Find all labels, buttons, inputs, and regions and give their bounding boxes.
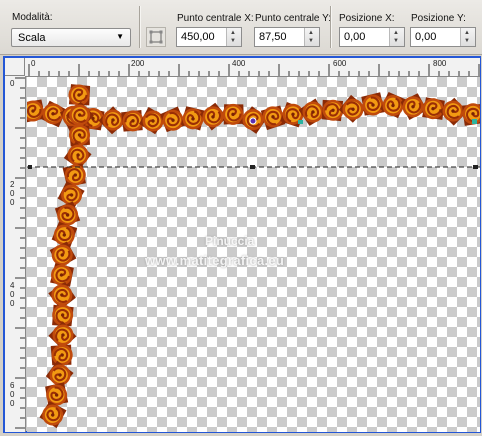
center-y-value: 87,50 — [259, 31, 287, 43]
watermark-line-1: Pinuccia — [205, 234, 255, 248]
ruler-tick-label: 0 — [10, 290, 15, 299]
ruler-tick-label: 6 — [10, 381, 15, 390]
ruler-tick-label: 200 — [131, 59, 145, 68]
pick-tool-icon[interactable] — [146, 27, 166, 47]
pos-x-field[interactable]: 0,00 ▲ ▼ — [339, 27, 405, 47]
pos-y-value: 0,00 — [415, 31, 437, 43]
mode-value: Scala — [18, 32, 46, 44]
center-x-field[interactable]: 450,00 ▲ ▼ — [176, 27, 242, 47]
pos-x-value: 0,00 — [344, 31, 366, 43]
selection-handle[interactable] — [473, 165, 478, 169]
ruler-tick-label: 400 — [232, 59, 246, 68]
ruler-corner — [5, 58, 25, 76]
ruler-tick-label: 0 — [10, 198, 15, 207]
center-x-spinner[interactable]: ▲ ▼ — [226, 28, 241, 46]
ruler-tick-label: 600 — [333, 59, 347, 68]
spin-up-icon[interactable]: ▲ — [230, 30, 236, 36]
image-canvas[interactable]: Pinuccia www.matitegrafica.eu — [27, 77, 480, 432]
horizontal-ruler: 0 200 400 600 800 — [25, 58, 480, 77]
ruler-tick-label: 0 — [10, 79, 15, 88]
selection-handle[interactable] — [28, 165, 32, 169]
center-x-label: Punto centrale X: — [177, 13, 254, 24]
ruler-tick-label: 0 — [10, 390, 15, 399]
ruler-tick-label: 800 — [433, 59, 447, 68]
spin-down-icon[interactable]: ▼ — [308, 38, 314, 44]
ruler-tick-label: 0 — [10, 299, 15, 308]
pos-y-label: Posizione Y: — [411, 13, 466, 24]
pos-x-label: Posizione X: — [339, 13, 395, 24]
spin-up-icon[interactable]: ▲ — [464, 30, 470, 36]
image-window: 0 200 400 600 800 0 2 0 0 4 0 0 6 0 0 Pi… — [3, 56, 481, 433]
pivot-point[interactable] — [249, 117, 257, 125]
separator — [330, 6, 331, 48]
selection-handle[interactable] — [472, 119, 477, 124]
ruler-tick-label: 0 — [10, 399, 15, 408]
chevron-down-icon: ▼ — [116, 32, 124, 41]
pos-y-spinner[interactable]: ▲ ▼ — [460, 28, 475, 46]
watermark-line-2: www.matitegrafica.eu — [145, 253, 285, 268]
spin-down-icon[interactable]: ▼ — [230, 38, 236, 44]
spin-up-icon[interactable]: ▲ — [308, 30, 314, 36]
selection-handle[interactable] — [250, 165, 255, 169]
selection-handle[interactable] — [298, 120, 303, 124]
spin-down-icon[interactable]: ▼ — [393, 38, 399, 44]
pos-y-field[interactable]: 0,00 ▲ ▼ — [410, 27, 476, 47]
center-x-value: 450,00 — [181, 31, 215, 43]
separator — [139, 6, 140, 48]
center-y-field[interactable]: 87,50 ▲ ▼ — [254, 27, 320, 47]
ruler-tick-label: 2 — [10, 180, 15, 189]
mode-dropdown[interactable]: Scala ▼ — [11, 28, 131, 47]
ruler-tick-label: 0 — [10, 189, 15, 198]
ruler-tick-label: 0 — [31, 59, 36, 68]
vertical-ruler: 0 2 0 0 4 0 0 6 0 0 — [5, 76, 26, 432]
spin-down-icon[interactable]: ▼ — [464, 38, 470, 44]
pos-x-spinner[interactable]: ▲ ▼ — [389, 28, 404, 46]
center-y-label: Punto centrale Y: — [255, 13, 331, 24]
tool-options-bar: Modalità: Scala ▼ Punto centrale X: 450,… — [0, 0, 482, 55]
center-y-spinner[interactable]: ▲ ▼ — [304, 28, 319, 46]
mode-label: Modalità: — [12, 12, 53, 23]
ruler-tick-label: 4 — [10, 281, 15, 290]
spin-up-icon[interactable]: ▲ — [393, 30, 399, 36]
